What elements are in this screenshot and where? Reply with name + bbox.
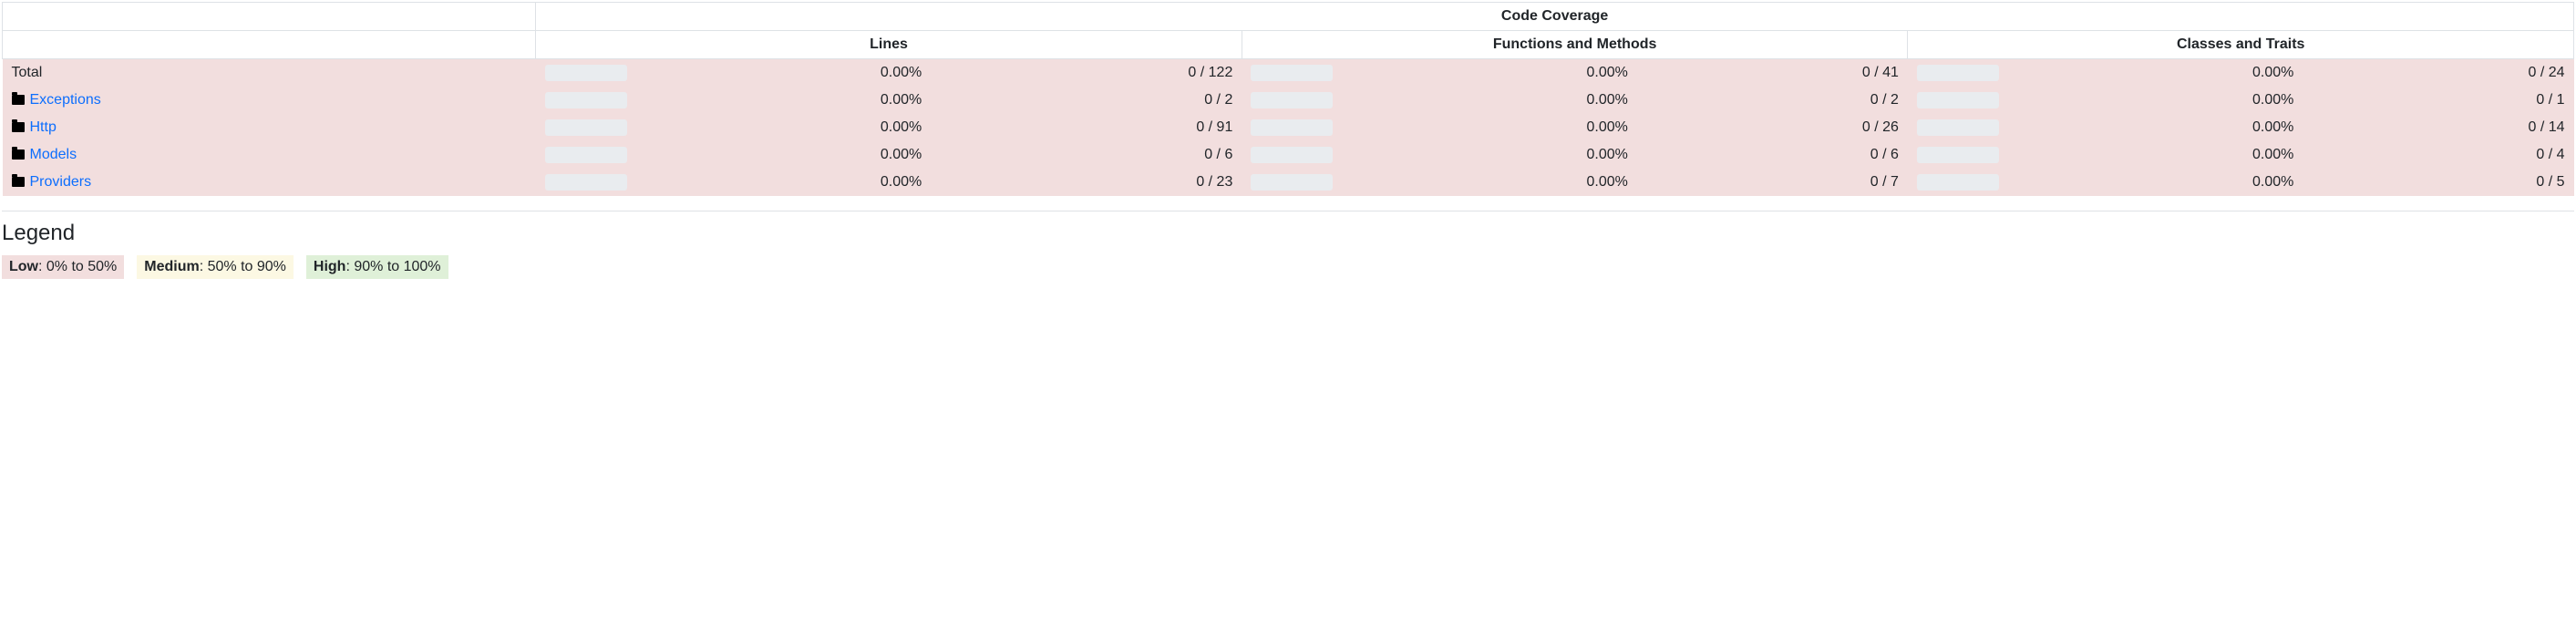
classes-ratio: 0 / 14 <box>2303 114 2573 141</box>
classes-bar-cell <box>1908 59 2008 88</box>
coverage-bar <box>1917 92 1999 108</box>
functions-bar-cell <box>1242 141 1342 169</box>
coverage-bar <box>1251 174 1333 191</box>
lines-ratio: 0 / 2 <box>931 87 1242 114</box>
header-blank <box>3 3 536 31</box>
legend-medium-range: : 50% to 90% <box>200 259 286 274</box>
legend-title: Legend <box>2 221 2574 246</box>
classes-percent: 0.00% <box>2008 141 2303 169</box>
legend-medium: Medium: 50% to 90% <box>137 255 294 279</box>
folder-icon <box>12 95 25 105</box>
classes-bar-cell <box>1908 114 2008 141</box>
classes-bar-cell <box>1908 141 2008 169</box>
directory-link[interactable]: Models <box>30 147 77 162</box>
row-name-cell: Exceptions <box>3 87 536 114</box>
folder-icon <box>12 150 25 160</box>
table-row: Http0.00%0 / 910.00%0 / 260.00%0 / 14 <box>3 114 2574 141</box>
legend-high-label: High <box>314 259 346 274</box>
classes-percent: 0.00% <box>2008 59 2303 88</box>
legend-items: Low: 0% to 50% Medium: 50% to 90% High: … <box>2 255 2574 279</box>
lines-ratio: 0 / 6 <box>931 141 1242 169</box>
coverage-bar <box>1917 65 1999 81</box>
table-row: Exceptions0.00%0 / 20.00%0 / 20.00%0 / 1 <box>3 87 2574 114</box>
functions-bar-cell <box>1242 59 1342 88</box>
header-functions: Functions and Methods <box>1242 31 1908 59</box>
folder-icon <box>12 177 25 187</box>
legend-low-label: Low <box>9 259 38 274</box>
coverage-bar <box>1917 119 1999 136</box>
row-name-cell: Models <box>3 141 536 169</box>
coverage-bar <box>545 174 627 191</box>
functions-percent: 0.00% <box>1342 141 1637 169</box>
header-lines: Lines <box>536 31 1242 59</box>
coverage-table: Code Coverage Lines Functions and Method… <box>2 2 2574 196</box>
legend-high: High: 90% to 100% <box>306 255 448 279</box>
coverage-bar <box>545 119 627 136</box>
functions-ratio: 0 / 2 <box>1637 87 1908 114</box>
table-row: Models0.00%0 / 60.00%0 / 60.00%0 / 4 <box>3 141 2574 169</box>
row-name-cell: Providers <box>3 169 536 196</box>
directory-link[interactable]: Http <box>30 119 57 135</box>
classes-percent: 0.00% <box>2008 169 2303 196</box>
lines-bar-cell <box>536 59 636 88</box>
lines-percent: 0.00% <box>636 169 932 196</box>
coverage-bar <box>1251 147 1333 163</box>
functions-percent: 0.00% <box>1342 87 1637 114</box>
classes-bar-cell <box>1908 87 2008 114</box>
directory-link[interactable]: Exceptions <box>30 92 101 108</box>
lines-bar-cell <box>536 141 636 169</box>
functions-ratio: 0 / 41 <box>1637 59 1908 88</box>
coverage-bar <box>1251 119 1333 136</box>
table-row: Providers0.00%0 / 230.00%0 / 70.00%0 / 5 <box>3 169 2574 196</box>
classes-percent: 0.00% <box>2008 114 2303 141</box>
functions-ratio: 0 / 7 <box>1637 169 1908 196</box>
functions-percent: 0.00% <box>1342 59 1637 88</box>
classes-ratio: 0 / 4 <box>2303 141 2573 169</box>
lines-percent: 0.00% <box>636 141 932 169</box>
coverage-bar <box>1917 147 1999 163</box>
table-row: Total0.00%0 / 1220.00%0 / 410.00%0 / 24 <box>3 59 2574 88</box>
lines-percent: 0.00% <box>636 114 932 141</box>
lines-percent: 0.00% <box>636 59 932 88</box>
functions-bar-cell <box>1242 169 1342 196</box>
directory-link[interactable]: Providers <box>30 174 92 190</box>
lines-percent: 0.00% <box>636 87 932 114</box>
functions-ratio: 0 / 6 <box>1637 141 1908 169</box>
coverage-bar <box>1251 65 1333 81</box>
row-name: Total <box>12 65 43 80</box>
classes-bar-cell <box>1908 169 2008 196</box>
functions-percent: 0.00% <box>1342 169 1637 196</box>
coverage-bar <box>545 65 627 81</box>
row-name-cell: Http <box>3 114 536 141</box>
coverage-bar <box>1251 92 1333 108</box>
header-classes: Classes and Traits <box>1908 31 2574 59</box>
legend-medium-label: Medium <box>144 259 199 274</box>
lines-bar-cell <box>536 114 636 141</box>
classes-ratio: 0 / 24 <box>2303 59 2573 88</box>
lines-ratio: 0 / 23 <box>931 169 1242 196</box>
lines-bar-cell <box>536 87 636 114</box>
functions-bar-cell <box>1242 87 1342 114</box>
header-title: Code Coverage <box>536 3 2574 31</box>
functions-percent: 0.00% <box>1342 114 1637 141</box>
folder-icon <box>12 122 25 132</box>
functions-ratio: 0 / 26 <box>1637 114 1908 141</box>
lines-bar-cell <box>536 169 636 196</box>
classes-percent: 0.00% <box>2008 87 2303 114</box>
coverage-bar <box>545 147 627 163</box>
functions-bar-cell <box>1242 114 1342 141</box>
coverage-bar <box>1917 174 1999 191</box>
lines-ratio: 0 / 91 <box>931 114 1242 141</box>
row-name-cell: Total <box>3 59 536 88</box>
classes-ratio: 0 / 5 <box>2303 169 2573 196</box>
lines-ratio: 0 / 122 <box>931 59 1242 88</box>
coverage-bar <box>545 92 627 108</box>
classes-ratio: 0 / 1 <box>2303 87 2573 114</box>
legend-low: Low: 0% to 50% <box>2 255 124 279</box>
subheader-blank <box>3 31 536 59</box>
legend-low-range: : 0% to 50% <box>38 259 117 274</box>
legend-high-range: : 90% to 100% <box>345 259 440 274</box>
